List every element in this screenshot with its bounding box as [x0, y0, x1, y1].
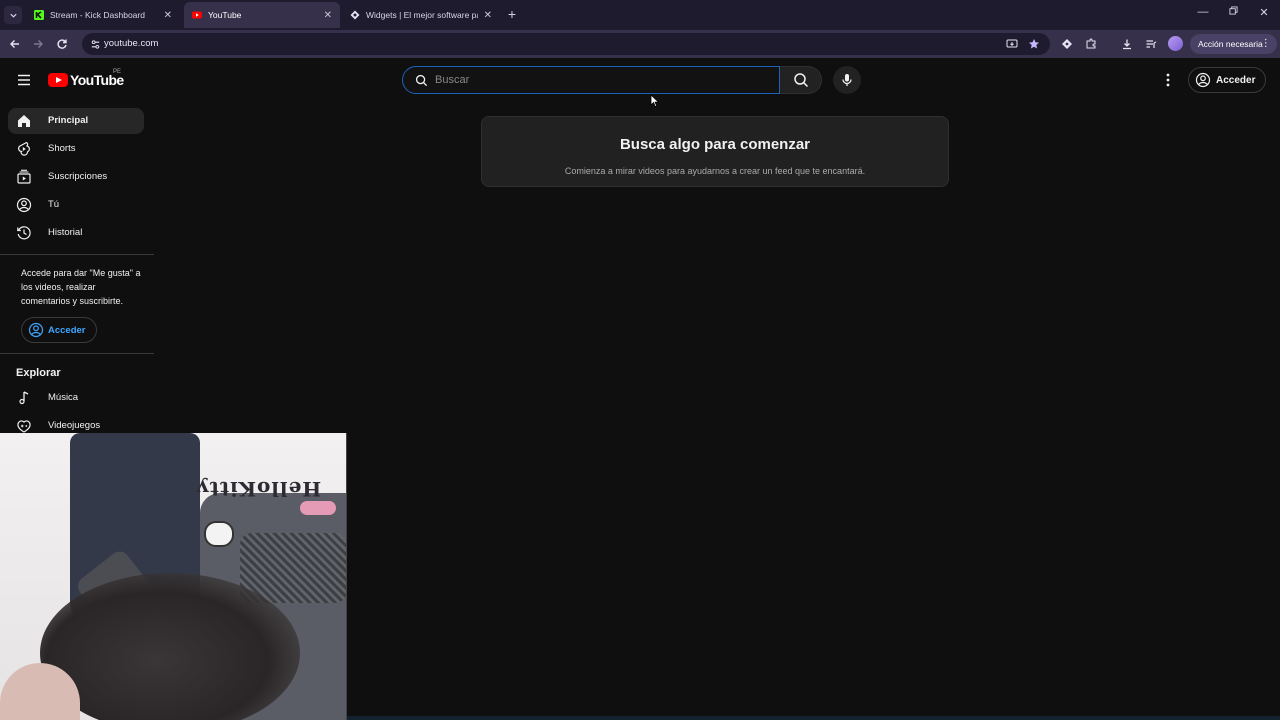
history-icon	[17, 226, 31, 240]
account-circle-icon	[1195, 72, 1211, 88]
tab-widgets[interactable]: Widgets | El mejor software pa ✕	[342, 2, 500, 28]
signin-prompt: Accede para dar "Me gusta" a los videos,…	[21, 268, 141, 306]
menu-dots-icon: ⋮	[1260, 38, 1271, 49]
back-arrow-icon	[10, 40, 19, 48]
search-button[interactable]	[780, 66, 822, 94]
country-code: PE	[113, 69, 122, 75]
sidebar-item-label: Suscripciones	[48, 171, 108, 182]
widgets-icon	[350, 10, 360, 20]
close-tab-icon[interactable]: ✕	[484, 10, 492, 21]
you-icon	[16, 197, 32, 213]
search-box[interactable]	[402, 66, 780, 94]
guide-menu-button[interactable]	[16, 72, 32, 88]
tab-kick-dashboard[interactable]: Stream - Kick Dashboard ✕	[26, 2, 180, 28]
sidebar-divider	[0, 353, 154, 354]
browser-toolbar: youtube.com Acción necesaria ⋮	[0, 30, 1280, 58]
close-window-button[interactable]: ✕	[1254, 6, 1274, 19]
wall-sticker-kitty	[204, 521, 234, 547]
back-button[interactable]	[7, 36, 23, 52]
tab-title: Widgets | El mejor software pa	[366, 10, 478, 20]
account-circle-icon	[28, 322, 44, 338]
signin-label: Acceder	[1216, 74, 1256, 86]
tab-search-button[interactable]	[4, 6, 22, 24]
extensions-puzzle-icon[interactable]	[1083, 36, 1099, 52]
chevron-down-icon	[9, 13, 17, 18]
download-icon[interactable]	[1119, 36, 1135, 52]
sidebar-item-label: Música	[48, 392, 79, 403]
sidebar-item-suscripciones[interactable]: Suscripciones	[8, 164, 144, 190]
explore-heading: Explorar	[16, 367, 61, 379]
sidebar-item-label: Tú	[48, 199, 60, 210]
forward-button[interactable]	[30, 36, 46, 52]
kick-icon	[34, 10, 44, 20]
empty-feed-card: Busca algo para comenzar Comienza a mira…	[481, 116, 949, 187]
voice-search-button[interactable]	[833, 66, 861, 94]
empty-feed-heading: Busca algo para comenzar	[619, 136, 811, 153]
sidebar-item-musica[interactable]: Música	[8, 385, 144, 411]
sidebar-item-label: Historial	[48, 227, 83, 238]
tab-title: YouTube	[208, 10, 242, 20]
sidebar-item-principal[interactable]: Principal	[8, 108, 144, 134]
tab-title: Stream - Kick Dashboard	[50, 10, 145, 20]
sidebar-item-label: Videojuegos	[48, 420, 101, 431]
sidebar-item-tu[interactable]: Tú	[8, 192, 144, 218]
sidebar-item-shorts[interactable]: Shorts	[8, 136, 144, 162]
search-bar	[402, 66, 822, 94]
sidebar-item-historial[interactable]: Historial	[8, 220, 144, 246]
microphone-icon	[842, 74, 852, 86]
settings-more-button[interactable]	[1160, 72, 1176, 88]
music-icon	[19, 391, 29, 405]
sidebar-signin-button[interactable]: Acceder	[21, 317, 97, 343]
bookmark-star-icon[interactable]	[1026, 36, 1042, 52]
mouse-cursor-icon	[650, 94, 660, 108]
close-tab-icon[interactable]: ✕	[324, 10, 332, 21]
shorts-icon	[18, 141, 30, 156]
reload-button[interactable]	[54, 36, 70, 52]
subscriptions-icon	[17, 169, 31, 184]
address-bar[interactable]: youtube.com	[82, 33, 1050, 55]
youtube-icon	[192, 11, 202, 19]
restore-button[interactable]	[1223, 6, 1243, 18]
profile-avatar[interactable]	[1168, 36, 1183, 51]
restore-icon	[1228, 6, 1238, 15]
sidebar-divider	[0, 254, 154, 255]
install-app-icon[interactable]	[1004, 36, 1020, 52]
reload-icon	[57, 39, 67, 49]
youtube-header: YouTube PE Acceder	[0, 58, 1280, 102]
forward-arrow-icon	[34, 40, 43, 48]
search-icon	[793, 73, 808, 88]
url-text: youtube.com	[104, 38, 159, 49]
close-tab-icon[interactable]: ✕	[164, 10, 172, 21]
site-info-icon[interactable]	[88, 37, 102, 51]
profile-action-button[interactable]: Acción necesaria ⋮	[1190, 34, 1277, 54]
bottom-edge	[347, 716, 1280, 720]
media-controls-icon[interactable]	[1143, 36, 1159, 52]
signin-label: Acceder	[48, 324, 86, 336]
hamburger-menu-icon	[18, 74, 30, 86]
home-icon	[18, 115, 30, 127]
gaming-icon	[17, 420, 31, 433]
minimize-button[interactable]: —	[1193, 6, 1213, 18]
profile-action-label: Acción necesaria	[1198, 39, 1263, 49]
new-tab-button[interactable]: +	[504, 6, 520, 22]
youtube-play-icon	[48, 73, 68, 87]
tab-youtube[interactable]: YouTube ✕	[184, 2, 340, 28]
search-icon	[415, 74, 428, 87]
wall-sticker-bow	[300, 501, 336, 515]
browser-tab-strip: Stream - Kick Dashboard ✕ YouTube ✕ Widg…	[0, 0, 1280, 30]
sidebar-item-label: Shorts	[48, 143, 76, 154]
more-vert-icon	[1166, 73, 1170, 87]
webcam-overlay: HelloKitty	[0, 433, 347, 720]
extension-diamond-icon[interactable]	[1059, 36, 1075, 52]
search-input[interactable]	[435, 71, 765, 89]
signin-button[interactable]: Acceder	[1188, 67, 1267, 93]
empty-feed-message: Comienza a mirar videos para ayudarnos a…	[564, 166, 866, 176]
wall-sticker-text: HelloKitty	[196, 477, 322, 501]
sidebar-item-label: Principal	[48, 115, 89, 126]
